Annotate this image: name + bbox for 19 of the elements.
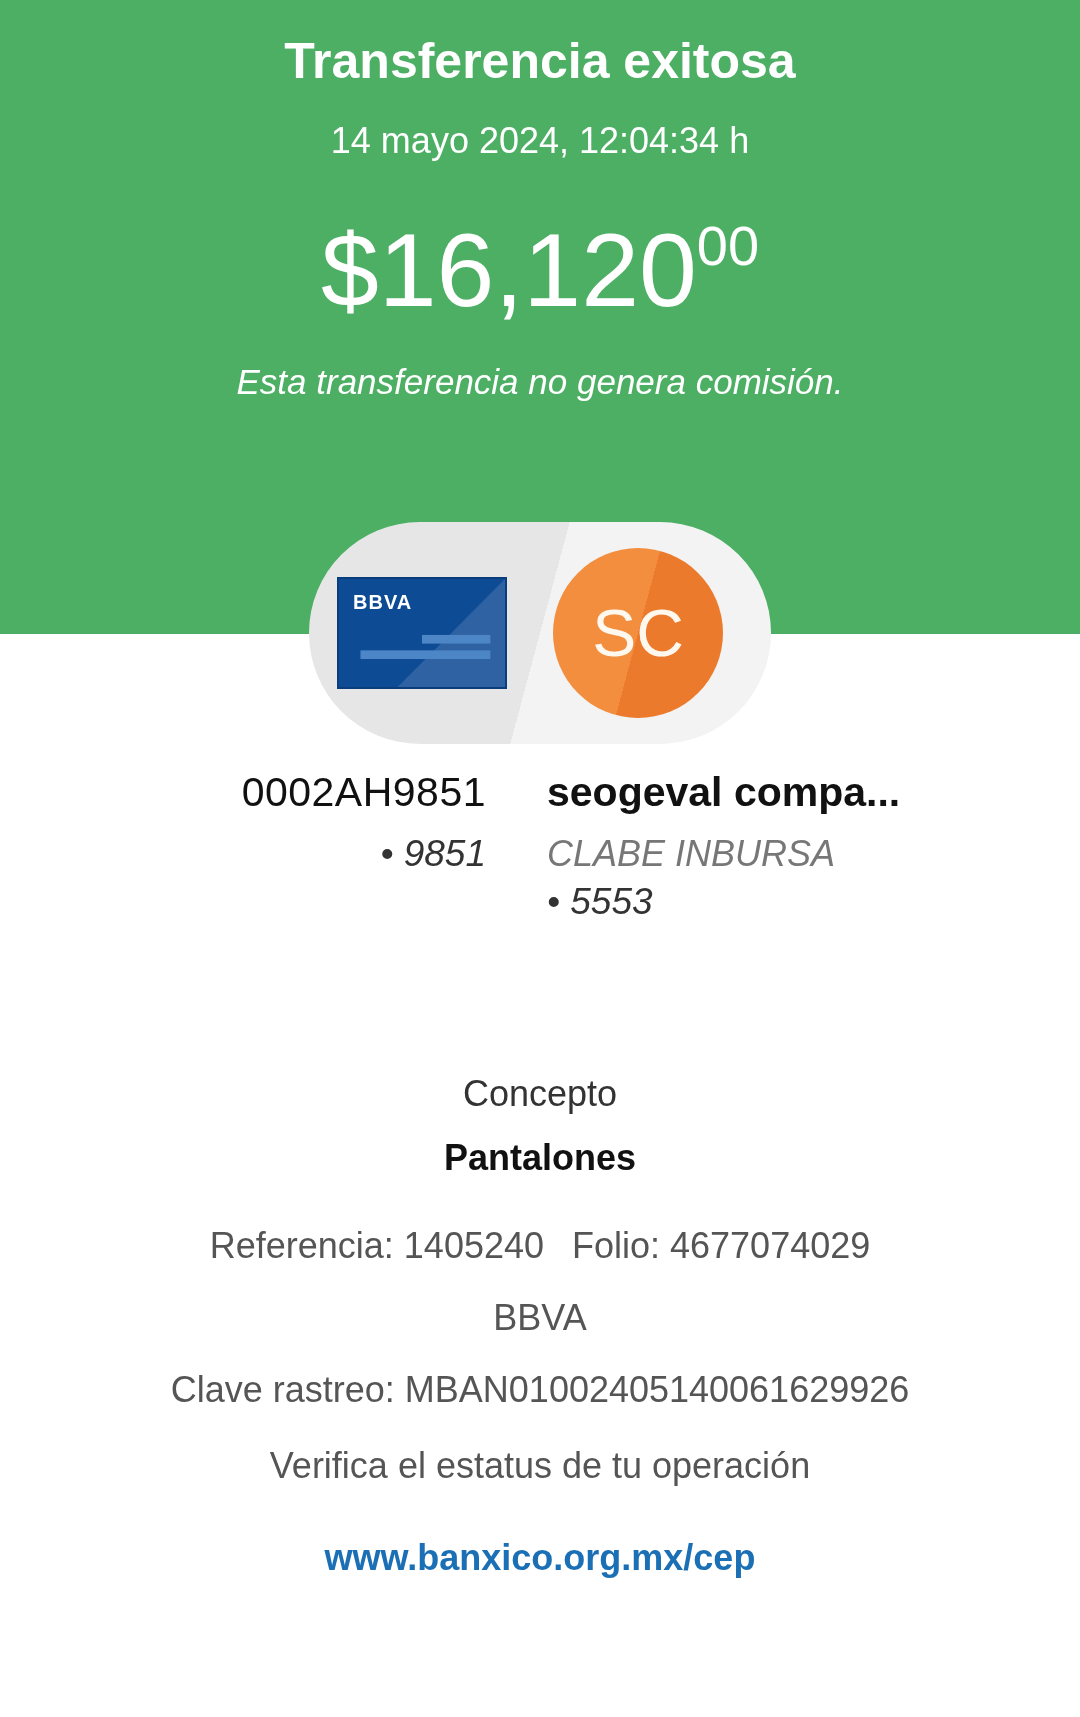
bank-card-icon: BBVA — [337, 577, 507, 689]
folio-number: Folio: 4677074029 — [572, 1225, 871, 1268]
concept-label: Concepto — [462, 1073, 618, 1116]
screen-title: Transferencia exitosa — [284, 32, 796, 90]
recipient-name: seogeval compa... — [547, 768, 902, 817]
recipient-bank: CLABE INBURSA — [547, 833, 837, 876]
recipient-avatar: SC — [553, 548, 723, 718]
reference-number: Referencia: 1405240 — [209, 1225, 544, 1268]
commission-note: Esta transferencia no genera comisión. — [236, 362, 844, 402]
banxico-link[interactable]: www.banxico.org.mx/cep — [324, 1537, 756, 1580]
concept-value: Pantalones — [443, 1137, 637, 1180]
verify-text: Verifica el estatus de tu operación — [269, 1445, 811, 1488]
recipient-account-number: • 5553 — [547, 881, 654, 924]
transfer-amount: $16,120$^{00}$ — [320, 218, 760, 322]
bank-name: BBVA — [493, 1297, 587, 1340]
transfer-date: 14 mayo 2024, 12:04:34 h — [330, 120, 750, 162]
tracking-key: Clave rastreo: MBAN01002405140061629926 — [170, 1369, 910, 1412]
origin-account-number: • 9851 — [379, 833, 486, 876]
origin-account-name: 0002AH9851 — [240, 768, 486, 817]
